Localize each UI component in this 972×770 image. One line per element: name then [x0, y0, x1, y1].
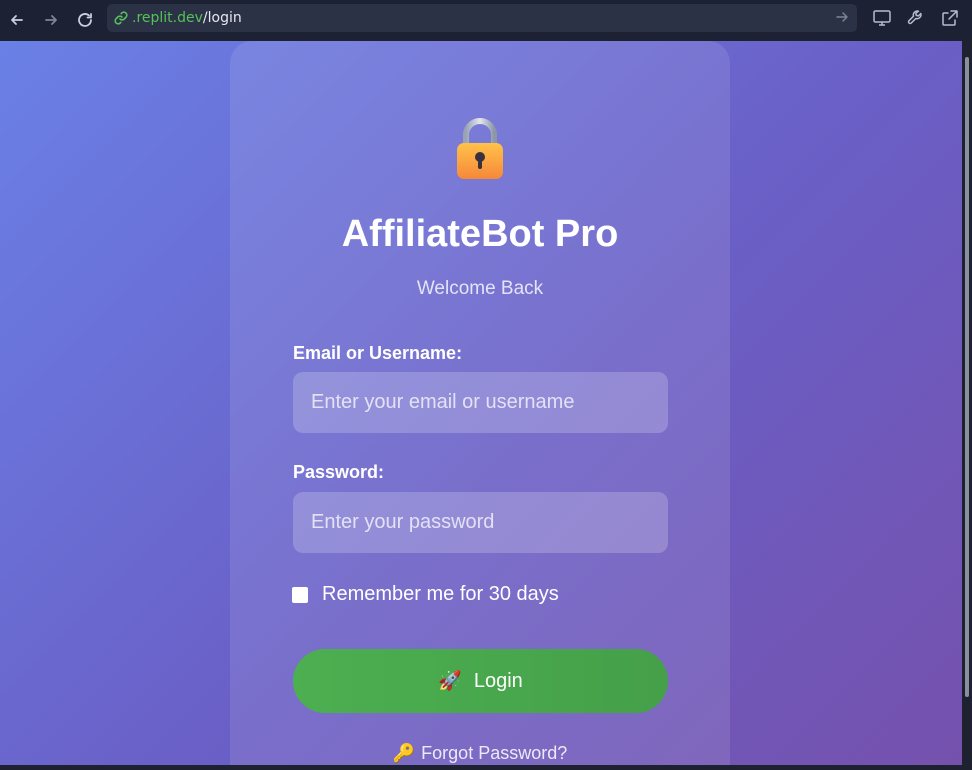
back-button[interactable]	[0, 2, 34, 38]
forgot-password-link[interactable]: 🔑 Forgot Password?	[230, 743, 730, 764]
login-button[interactable]: 🚀 Login	[293, 649, 668, 713]
address-bar[interactable]: .replit.dev/login	[107, 4, 857, 32]
forward-arrow-icon	[45, 14, 57, 25]
lock-icon	[454, 117, 506, 181]
browser-toolbar: .replit.dev/login	[0, 0, 972, 39]
remember-me-checkbox[interactable]	[292, 586, 308, 603]
url-path: /login	[202, 10, 242, 26]
wrench-icon[interactable]	[906, 8, 926, 28]
rocket-icon: 🚀	[438, 671, 462, 692]
key-icon: 🔑	[392, 743, 416, 763]
login-button-label: Login	[473, 669, 523, 692]
forgot-password-label: Forgot Password?	[421, 743, 568, 763]
email-input[interactable]	[293, 372, 668, 433]
forward-button[interactable]	[34, 2, 68, 38]
page-scrollbar[interactable]	[962, 41, 972, 765]
scrollbar-thumb[interactable]	[965, 57, 969, 697]
remember-me-row: Remember me for 30 days	[292, 583, 559, 606]
go-arrow-icon[interactable]	[835, 10, 849, 24]
monitor-icon[interactable]	[872, 8, 892, 28]
login-card: AffiliateBot Pro Welcome Back Email or U…	[230, 41, 730, 765]
link-icon	[113, 10, 129, 26]
back-arrow-icon	[11, 14, 23, 25]
password-input[interactable]	[293, 492, 668, 553]
toolbar-tools	[872, 8, 960, 28]
url-domain: .replit.dev	[132, 10, 203, 26]
reload-icon	[78, 12, 92, 27]
app-title: AffiliateBot Pro	[341, 213, 619, 255]
page-subtitle: Welcome Back	[416, 278, 544, 299]
open-external-icon[interactable]	[940, 8, 960, 28]
remember-me-label[interactable]: Remember me for 30 days	[322, 583, 559, 606]
window-bottom-edge	[0, 765, 972, 770]
reload-button[interactable]	[68, 2, 102, 38]
page-viewport: AffiliateBot Pro Welcome Back Email or U…	[0, 41, 962, 765]
password-label: Password:	[293, 462, 385, 482]
email-label: Email or Username:	[293, 343, 463, 363]
